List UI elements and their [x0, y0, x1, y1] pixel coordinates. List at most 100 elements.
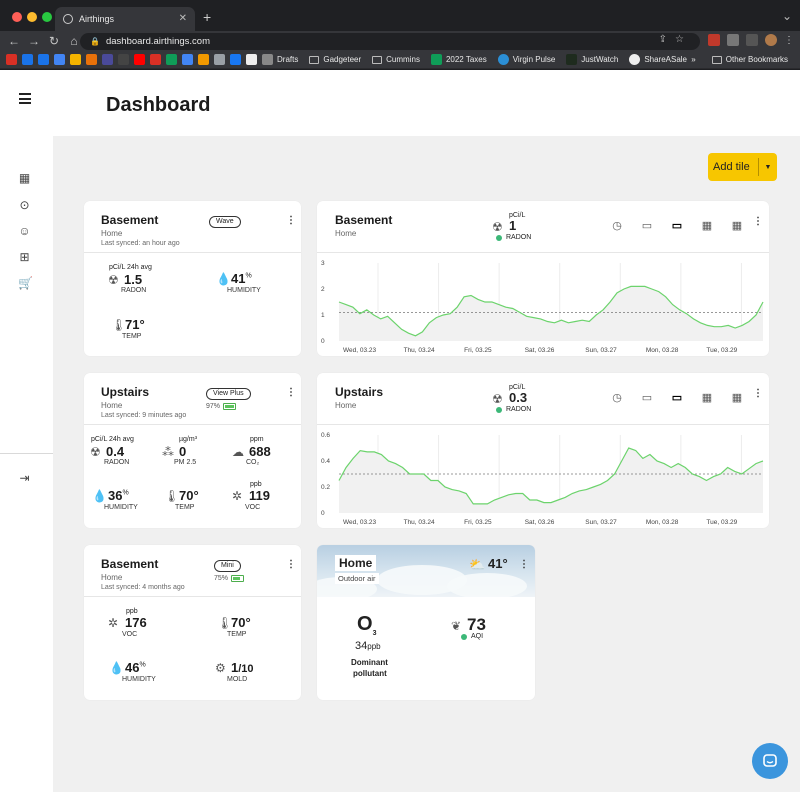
bookmark-icon[interactable] [118, 54, 129, 65]
tab-search-icon[interactable]: ⌄ [782, 9, 792, 23]
radon-icon: ☢ [492, 392, 503, 406]
more-options-icon[interactable]: ⋮ [753, 389, 763, 399]
address-bar[interactable]: 🔒 dashboard.airthings.com ⇪☆ [80, 33, 700, 50]
x-tick-label: Sun, 03.27 [585, 347, 617, 354]
y-tick-label: 0 [321, 338, 325, 345]
battery-status: 75% [214, 575, 245, 582]
calendar-year-icon[interactable]: ▦ [730, 219, 744, 232]
more-options-icon[interactable]: ⋮ [753, 217, 763, 227]
calendar-icon[interactable] [38, 54, 49, 65]
more-options-icon[interactable]: ⋮ [286, 388, 296, 398]
tile-location: Home [101, 573, 123, 582]
sidebar-divider [0, 453, 53, 454]
bookmark-icon[interactable] [166, 54, 177, 65]
sidepanel-icon[interactable] [746, 34, 758, 46]
bookmark-cummins[interactable]: Cummins [372, 55, 420, 64]
time-range-selector: ◷ ▭ ▭ ▦ ▦ [610, 391, 744, 404]
browser-tab[interactable]: Airthings ✕ [55, 7, 195, 31]
bookmark-shareasale[interactable]: ShareASale [629, 54, 687, 65]
youtube-icon[interactable] [134, 54, 145, 65]
sky-banner [317, 545, 535, 597]
bookmark-icon[interactable] [214, 54, 225, 65]
y-tick-label: 0.6 [321, 432, 330, 439]
close-window-button[interactable] [12, 12, 22, 22]
bookmark-icon[interactable] [86, 54, 97, 65]
outdoor-tile-home[interactable]: Home Outdoor air ⛅ 41° ⋮ O3 34ppb Domina… [317, 545, 535, 700]
forward-button[interactable]: → [24, 31, 44, 51]
caret-down-icon[interactable]: ▼ [759, 164, 777, 171]
temp-label: TEMP [122, 333, 142, 340]
bookmark-virgin-pulse[interactable]: Virgin Pulse [497, 54, 555, 65]
clock-icon[interactable]: ◷ [610, 391, 624, 404]
bookmark-drafts[interactable]: Drafts [262, 54, 298, 65]
bookmark-star-icon[interactable]: ⇪☆ [659, 34, 692, 45]
puzzle-icon[interactable] [727, 34, 739, 46]
facebook-icon[interactable] [230, 54, 241, 65]
shareasale-icon [629, 54, 641, 65]
chart-tile-upstairs[interactable]: Upstairs Home ☢ pCi/L 0.3 RADON ◷ ▭ ▭ ▦ … [317, 373, 769, 528]
integrations-icon[interactable]: ⊞ [18, 251, 31, 264]
bookmark-icon[interactable] [102, 54, 113, 65]
clock-icon[interactable]: ◷ [610, 219, 624, 232]
y-tick-label: 1 [321, 312, 325, 319]
zoom-window-button[interactable] [42, 12, 52, 22]
minimize-window-button[interactable] [27, 12, 37, 22]
tile-location: Home [335, 229, 357, 238]
reload-button[interactable]: ↻ [44, 31, 64, 51]
radon-label: RADON [121, 287, 147, 294]
bookmark-icon[interactable] [70, 54, 81, 65]
bookmark-justwatch[interactable]: JustWatch [566, 54, 618, 65]
gmail-icon[interactable] [6, 54, 17, 65]
series-area [339, 286, 763, 341]
device-tile-basement-wave[interactable]: Basement Home Last synced: an hour ago W… [84, 201, 301, 356]
avatar[interactable] [765, 34, 777, 46]
extension-icon[interactable] [708, 34, 720, 46]
bookmark-gadgeteer[interactable]: Gadgeteer [309, 55, 361, 64]
cart-icon[interactable]: 🛒 [18, 277, 33, 290]
cloud-shape [447, 573, 527, 597]
calendar-week-icon[interactable]: ▭ [670, 391, 684, 404]
back-button[interactable]: ← [4, 31, 24, 51]
chrome-menu-icon[interactable]: ⋮ [784, 35, 794, 46]
y-tick-label: 0 [321, 510, 325, 517]
chart-tile-basement[interactable]: Basement Home ☢ pCi/L 1 RADON ◷ ▭ ▭ ▦ ▦ … [317, 201, 769, 356]
device-tile-basement-mini[interactable]: Basement Home Last synced: 4 months ago … [84, 545, 301, 700]
tile-divider [84, 424, 301, 425]
account-icon[interactable]: ☺ [18, 225, 31, 238]
more-options-icon[interactable]: ⋮ [286, 560, 296, 570]
chat-support-button[interactable] [752, 743, 788, 779]
devices-icon[interactable]: ⊙ [18, 199, 31, 212]
menu-icon[interactable] [19, 93, 31, 107]
more-options-icon[interactable]: ⋮ [519, 560, 529, 570]
aqi-value: 73 [467, 615, 486, 634]
drive-icon[interactable] [182, 54, 193, 65]
voc-unit: ppb [250, 481, 262, 488]
google-icon[interactable] [246, 54, 257, 65]
x-tick-label: Thu, 03.24 [404, 347, 435, 354]
calendar-year-icon[interactable]: ▦ [730, 391, 744, 404]
bookmark-icon[interactable] [54, 54, 65, 65]
calendar-day-icon[interactable]: ▭ [640, 219, 654, 232]
radon-label: RADON [104, 459, 130, 466]
logout-icon[interactable]: ⇥ [18, 472, 31, 485]
close-tab-icon[interactable]: ✕ [179, 13, 187, 24]
calendar-week-icon[interactable]: ▭ [670, 219, 684, 232]
device-tile-upstairs[interactable]: Upstairs Home Last synced: 9 minutes ago… [84, 373, 301, 528]
bookmark-icon[interactable] [22, 54, 33, 65]
calendar-day-icon[interactable]: ▭ [640, 391, 654, 404]
bookmark-2022-taxes[interactable]: 2022 Taxes [430, 54, 487, 65]
overflow-chevron-icon[interactable]: » [691, 55, 695, 64]
device-badge: Mini [214, 560, 241, 572]
analytics-icon[interactable] [198, 54, 209, 65]
new-tab-button[interactable]: + [203, 9, 211, 25]
voc-unit: ppb [126, 608, 138, 615]
temp-value: 71° [125, 317, 145, 332]
calendar-month-icon[interactable]: ▦ [700, 391, 714, 404]
x-tick-label: Sat, 03.26 [525, 347, 555, 354]
calendar-month-icon[interactable]: ▦ [700, 219, 714, 232]
add-tile-button[interactable]: Add tile ▼ [708, 153, 777, 181]
bookmark-icon[interactable] [150, 54, 161, 65]
other-bookmarks[interactable]: » Other Bookmarks [691, 55, 788, 64]
dashboard-icon[interactable]: ▦ [18, 172, 31, 185]
more-options-icon[interactable]: ⋮ [286, 216, 296, 226]
